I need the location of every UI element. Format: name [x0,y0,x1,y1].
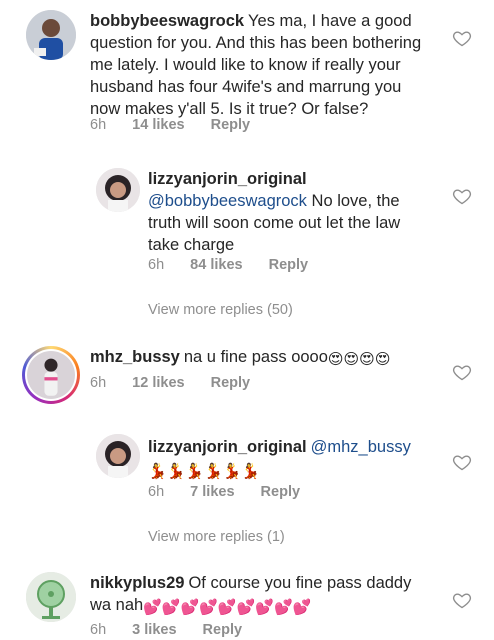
reply-button[interactable]: Reply [261,484,301,500]
reply-button[interactable]: Reply [211,117,251,133]
emoji-text: 💕💕💕💕💕💕💕💕💕 [143,599,312,616]
heart-outline-icon[interactable] [452,590,472,610]
avatar[interactable] [96,434,140,478]
emoji-text: 😍😍😍😍 [327,351,391,368]
heart-outline-icon[interactable] [452,452,472,472]
reply-button[interactable]: Reply [269,257,309,273]
comment-time: 6h [148,257,165,273]
likes-count[interactable]: 14 likes [132,117,184,133]
heart-outline-icon[interactable] [452,28,472,48]
mention-link[interactable]: @bobbybeeswagrock [148,192,307,210]
comment-time: 6h [148,484,165,500]
mention-link[interactable]: @mhz_bussy [311,438,411,456]
avatar[interactable] [96,168,140,212]
comment-username[interactable]: bobbybeeswagrock [90,12,244,30]
likes-count[interactable]: 7 likes [190,484,234,500]
likes-count[interactable]: 3 likes [132,622,176,638]
comment-meta: 6h 12 likes Reply [90,375,272,391]
comment-meta: 6h 84 likes Reply [148,257,330,273]
comment-username[interactable]: mhz_bussy [90,348,180,366]
comment-username[interactable]: lizzyanjorin_original [148,170,307,188]
comment-meta: 6h 14 likes Reply [90,117,272,133]
comment-time: 6h [90,622,107,638]
avatar[interactable] [26,572,76,622]
emoji-text: 💃💃💃💃💃💃 [148,463,261,480]
view-more-replies-button[interactable]: View more replies (50) [148,302,293,318]
reply-button[interactable]: Reply [203,622,243,638]
heart-outline-icon[interactable] [452,186,472,206]
comment-time: 6h [90,375,107,391]
comment-username[interactable]: nikkyplus29 [90,574,184,592]
likes-count[interactable]: 84 likes [190,257,242,273]
reply-button[interactable]: Reply [211,375,251,391]
avatar[interactable] [26,10,76,60]
comment-meta: 6h 3 likes Reply [90,622,264,638]
heart-outline-icon[interactable] [452,362,472,382]
comment-username[interactable]: lizzyanjorin_original [148,438,307,456]
comment-time: 6h [90,117,107,133]
likes-count[interactable]: 12 likes [132,375,184,391]
view-more-replies-button[interactable]: View more replies (1) [148,529,285,545]
comment-text: na u fine pass oooo [183,348,328,366]
comment-meta: 6h 7 likes Reply [148,484,322,500]
avatar[interactable] [22,346,80,404]
